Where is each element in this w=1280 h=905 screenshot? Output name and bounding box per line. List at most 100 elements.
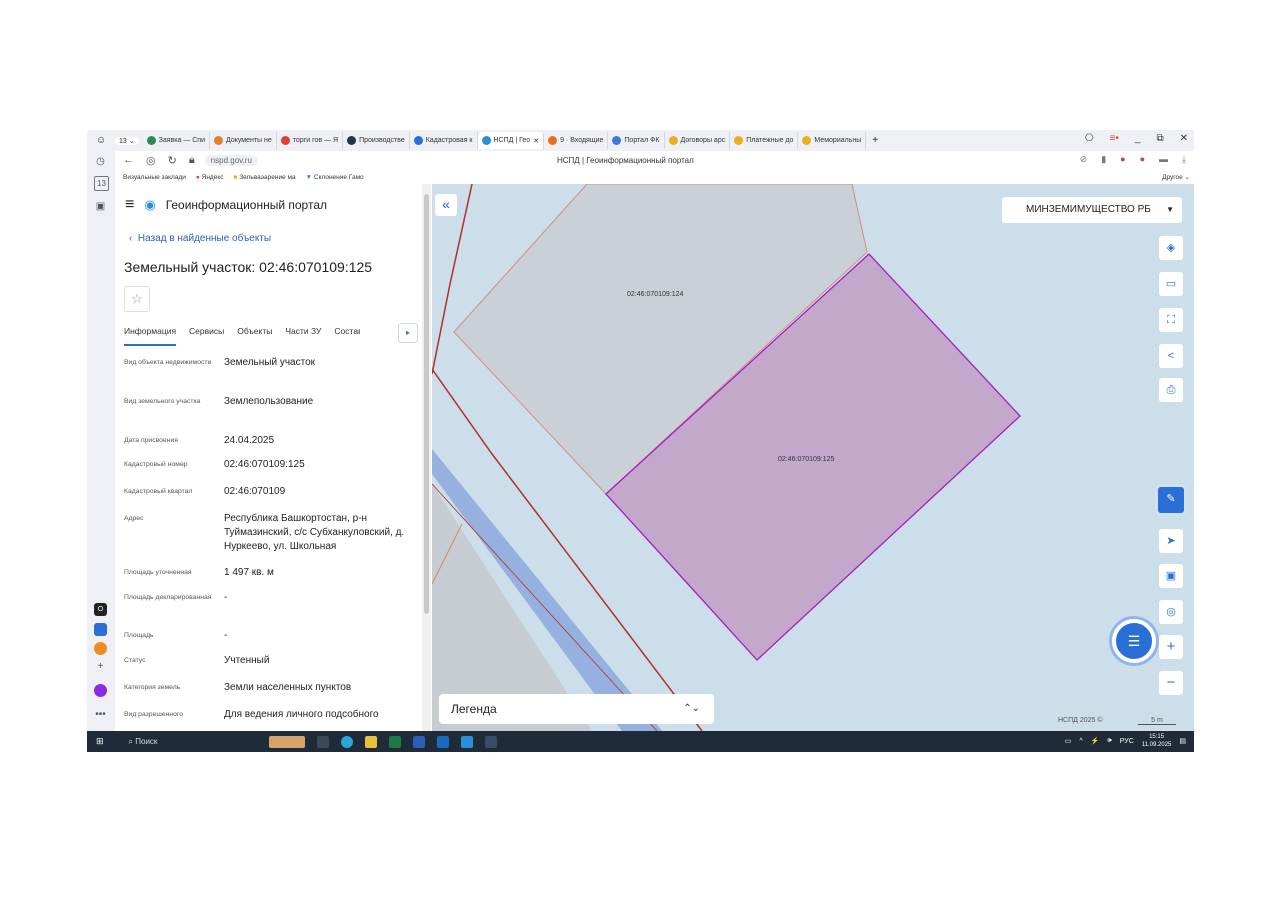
add-panel-icon[interactable]: + — [94, 660, 107, 673]
browser-tab[interactable]: Платежные до — [730, 132, 799, 149]
tab-info[interactable]: Информация — [124, 326, 177, 346]
explorer-icon[interactable] — [364, 735, 377, 748]
attribute-key: Вид земельного участка — [124, 398, 201, 405]
legend-dropdown[interactable]: Легенда ⌃⌄ — [439, 694, 714, 724]
close-window-button[interactable]: ✕ — [1180, 133, 1188, 144]
clock[interactable]: 15:15 11.09.2025 — [1142, 733, 1172, 749]
new-tab-button[interactable]: + — [872, 135, 878, 146]
bookmark-item[interactable]: ■ Зельваэарение ма — [233, 174, 295, 181]
history-icon[interactable]: ◷ — [94, 155, 107, 168]
map-view[interactable]: 02:46:070109:124 02:46:070109:125 « МИНЗ… — [432, 184, 1194, 731]
browser-tab[interactable]: торги гов — Я — [277, 132, 344, 149]
browser-tab[interactable]: Производстве — [343, 132, 410, 149]
collapse-panel-button[interactable]: « — [435, 194, 457, 216]
zoom-out-button[interactable]: − — [1159, 671, 1183, 695]
language-indicator[interactable]: РУС — [1120, 738, 1134, 745]
minimize-button[interactable]: _ — [1135, 133, 1141, 144]
tabs-next-icon[interactable]: ▸ — [398, 323, 418, 343]
tab-label: Платежные до — [746, 137, 794, 144]
system-tray: ▭ ^ ⚡ 🕪︎ РУС 15:15 11.09.2025 ▤ — [1065, 733, 1186, 749]
map-canvas: 02:46:070109:124 02:46:070109:125 — [432, 184, 1021, 731]
browser-tab[interactable]: НСПД | Гео ✕ — [477, 132, 545, 149]
notification-center-icon[interactable]: ▤ — [1179, 737, 1186, 745]
ruler-icon[interactable]: ▭ — [1159, 272, 1183, 296]
my-location-icon[interactable]: ◎ — [1159, 600, 1183, 624]
attribute-row: Площадь - — [124, 629, 424, 654]
browser-tab[interactable]: Документы не — [210, 132, 277, 149]
bookmark-icon[interactable]: ▮ — [1101, 154, 1106, 165]
zoom-in-button[interactable]: + — [1159, 635, 1183, 659]
download-icon[interactable]: ⤓ — [1182, 154, 1186, 165]
gallery-icon[interactable]: ▣ — [94, 200, 107, 213]
edge-icon[interactable] — [340, 735, 353, 748]
select-area-icon[interactable]: ⛶ — [1159, 308, 1183, 332]
outlook-icon[interactable] — [436, 735, 449, 748]
tab-objects[interactable]: Объекты — [237, 326, 272, 346]
back-arrow-icon[interactable]: ← — [123, 154, 134, 167]
layers-icon[interactable]: ◈ — [1159, 236, 1183, 260]
taskbar-search[interactable]: ⌕ Поиск — [129, 737, 239, 747]
fullscreen-icon[interactable]: ▣ — [1159, 564, 1183, 588]
taskview-icon[interactable] — [316, 735, 329, 748]
browser-tab[interactable]: Портал ФК — [608, 132, 665, 149]
notifications-icon[interactable]: ≡• — [1110, 133, 1119, 144]
more-icon[interactable]: ••• — [94, 708, 107, 721]
tab-favicon-icon — [548, 136, 558, 145]
tab-favicon-icon — [734, 136, 744, 145]
reload-icon[interactable]: ↻ — [168, 154, 177, 167]
browser-tab[interactable]: Договоры арс — [665, 132, 731, 149]
tab-counter[interactable]: 13 ⌄ — [115, 136, 139, 145]
bookmark-item[interactable]: ▼ Склонение Гамо — [306, 174, 364, 181]
tab-close-icon[interactable]: ✕ — [533, 137, 539, 145]
extensions-icon[interactable]: ⎔ — [1085, 133, 1094, 144]
word-icon[interactable] — [412, 735, 425, 748]
profile-icon[interactable]: ● — [1120, 154, 1125, 165]
browser-tab[interactable]: Мемориальны — [798, 132, 867, 149]
panel-scrollbar[interactable] — [422, 184, 431, 731]
browser-menu-icon[interactable]: ☺ — [87, 135, 115, 146]
mail-icon[interactable] — [94, 642, 107, 655]
restore-button[interactable]: ⧉ — [1156, 133, 1163, 144]
tray-app-icon[interactable]: ▭ — [1065, 737, 1072, 745]
tray-expand-icon[interactable]: ^ — [1079, 738, 1082, 745]
yandex-icon[interactable]: ◎ — [146, 154, 156, 167]
volume-icon[interactable]: 🕪︎ — [1107, 737, 1111, 745]
share-icon[interactable]: < — [1159, 344, 1183, 368]
yandex-browser-icon[interactable] — [484, 735, 497, 748]
tab-parts[interactable]: Части ЗУ — [285, 326, 321, 346]
assistant-icon[interactable]: ✎ — [1155, 484, 1187, 516]
alice-icon[interactable] — [94, 684, 107, 697]
print-icon[interactable]: ⎙ — [1159, 378, 1183, 402]
menu-icon[interactable]: ≡ — [125, 196, 134, 214]
attribute-value: Для ведения личного подсобного — [224, 709, 379, 720]
app-icon[interactable]: O — [94, 603, 107, 616]
url-field[interactable]: nspd.gov.ru — [204, 155, 258, 166]
bookmarks-bar: Визуальные заклади ● Яндекс ■ Зельваэаре… — [117, 170, 1194, 184]
app-icon[interactable] — [460, 735, 473, 748]
tab-label: Мемориальны — [814, 137, 862, 144]
back-link[interactable]: ‹ Назад в найденные объекты — [129, 233, 271, 244]
reader-icon[interactable]: ⊘ — [1080, 154, 1088, 165]
tab-services[interactable]: Сервисы — [189, 326, 224, 346]
account-icon[interactable]: ● — [1140, 154, 1145, 165]
protect-icon[interactable]: ▬ — [1159, 154, 1168, 165]
bookmark-item[interactable]: Визуальные заклади — [123, 174, 186, 181]
locate-icon[interactable]: ➤ — [1159, 529, 1183, 553]
layer-select[interactable]: МИНЗЕМИМУЩЕСТВО РБ ▼ — [1002, 197, 1182, 223]
browser-tab[interactable]: 9 · Входящие — [544, 132, 609, 149]
bookmarks-other[interactable]: Другое ⌄ — [1162, 173, 1190, 181]
messenger-icon[interactable] — [94, 623, 107, 636]
browser-tab[interactable]: Кадастровая к — [410, 132, 478, 149]
attribute-row: Вид разрешенного Для ведения личного подс… — [124, 708, 424, 728]
browser-tab[interactable]: Заявка — Спи — [143, 132, 210, 149]
network-icon[interactable]: ⚡ — [1091, 737, 1100, 745]
widget-icon[interactable] — [268, 735, 305, 748]
favorite-star-icon[interactable]: ☆ — [124, 286, 150, 312]
chat-icon[interactable]: ☰ — [1112, 619, 1156, 663]
tab-favicon-icon — [481, 136, 491, 145]
excel-icon[interactable] — [388, 735, 401, 748]
calendar-icon[interactable]: 13 — [94, 176, 109, 191]
bookmark-item[interactable]: ● Яндекс — [196, 174, 224, 181]
tab-composition[interactable]: Состав — [334, 326, 360, 346]
windows-start-icon[interactable]: ⊞ — [96, 736, 104, 747]
